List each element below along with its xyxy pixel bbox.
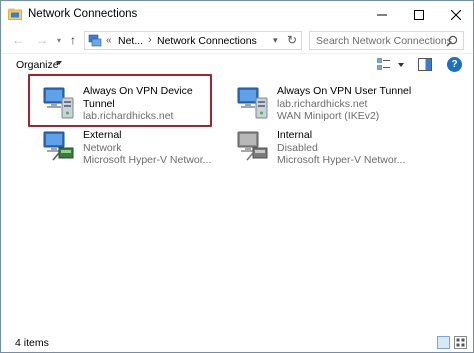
address-bar[interactable]: « Net... › Network Connections ▾ ↻ bbox=[84, 31, 302, 50]
refresh-button[interactable]: ↻ bbox=[287, 33, 297, 47]
network-connection-icon bbox=[237, 87, 268, 119]
details-view-icon[interactable] bbox=[437, 336, 450, 349]
help-icon[interactable]: ? bbox=[447, 57, 462, 72]
maximize-button[interactable] bbox=[400, 1, 437, 28]
connection-device: Microsoft Hyper-V Networ... bbox=[83, 154, 212, 166]
command-bar: Organize ? bbox=[1, 53, 473, 75]
status-bar: 4 items bbox=[1, 333, 473, 353]
change-view-icon[interactable] bbox=[377, 58, 391, 71]
view-options-dropdown-icon[interactable] bbox=[398, 63, 404, 67]
maximize-icon bbox=[413, 9, 424, 20]
large-icons-view-icon[interactable] bbox=[454, 336, 467, 349]
organize-dropdown-icon[interactable] bbox=[56, 61, 62, 65]
network-connections-icon bbox=[88, 34, 102, 47]
search-input[interactable]: Search Network Connections bbox=[316, 35, 452, 47]
forward-button[interactable]: → bbox=[34, 32, 50, 48]
connection-item-internal[interactable]: Internal Disabled Microsoft Hyper-V Netw… bbox=[235, 126, 425, 176]
connection-name: External bbox=[83, 129, 122, 141]
organize-button[interactable]: Organize bbox=[16, 59, 59, 71]
search-icon bbox=[446, 35, 458, 47]
address-overflow[interactable]: « bbox=[106, 35, 112, 46]
connection-name: Internal bbox=[277, 129, 313, 141]
breadcrumb-separator-icon[interactable]: › bbox=[148, 34, 152, 46]
back-button[interactable]: ← bbox=[10, 32, 26, 48]
breadcrumb-network[interactable]: Net... bbox=[118, 35, 143, 47]
item-count: 4 items bbox=[15, 337, 49, 349]
close-icon bbox=[450, 9, 461, 20]
address-dropdown-icon[interactable]: ▾ bbox=[273, 35, 278, 46]
ethernet-connection-icon bbox=[43, 131, 74, 161]
connection-status: Disabled bbox=[277, 141, 318, 154]
connection-item-always-on-vpn-user-tunnel[interactable]: Always On VPN User Tunnel lab.richardhic… bbox=[235, 82, 425, 132]
window-title: Network Connections bbox=[28, 8, 138, 20]
navigation-bar: ← → ▾ ↑ « Net... › Network Connections ▾… bbox=[1, 28, 473, 52]
connection-name: Always On VPN User Tunnel bbox=[277, 85, 412, 97]
connection-item-external[interactable]: External Network Microsoft Hyper-V Netwo… bbox=[41, 126, 231, 176]
minimize-button[interactable] bbox=[363, 1, 400, 28]
breadcrumb-network-connections[interactable]: Network Connections bbox=[157, 35, 257, 47]
connection-device: Microsoft Hyper-V Networ... bbox=[277, 154, 406, 166]
ethernet-disabled-icon bbox=[237, 131, 268, 161]
minimize-icon bbox=[376, 14, 387, 15]
search-box[interactable]: Search Network Connections bbox=[309, 31, 464, 50]
connection-network: Network bbox=[83, 141, 122, 154]
network-folder-icon bbox=[8, 8, 22, 20]
title-bar[interactable]: Network Connections bbox=[1, 1, 473, 28]
connection-device: WAN Miniport (IKEv2) bbox=[277, 110, 380, 122]
explorer-window: Network Connections ← → ▾ ↑ « Net... › N… bbox=[0, 0, 474, 353]
preview-pane-icon[interactable] bbox=[418, 58, 432, 71]
up-button[interactable]: ↑ bbox=[65, 32, 81, 48]
connection-network: lab.richardhicks.net bbox=[277, 97, 368, 110]
close-button[interactable] bbox=[437, 1, 474, 28]
highlight-box bbox=[28, 74, 212, 127]
